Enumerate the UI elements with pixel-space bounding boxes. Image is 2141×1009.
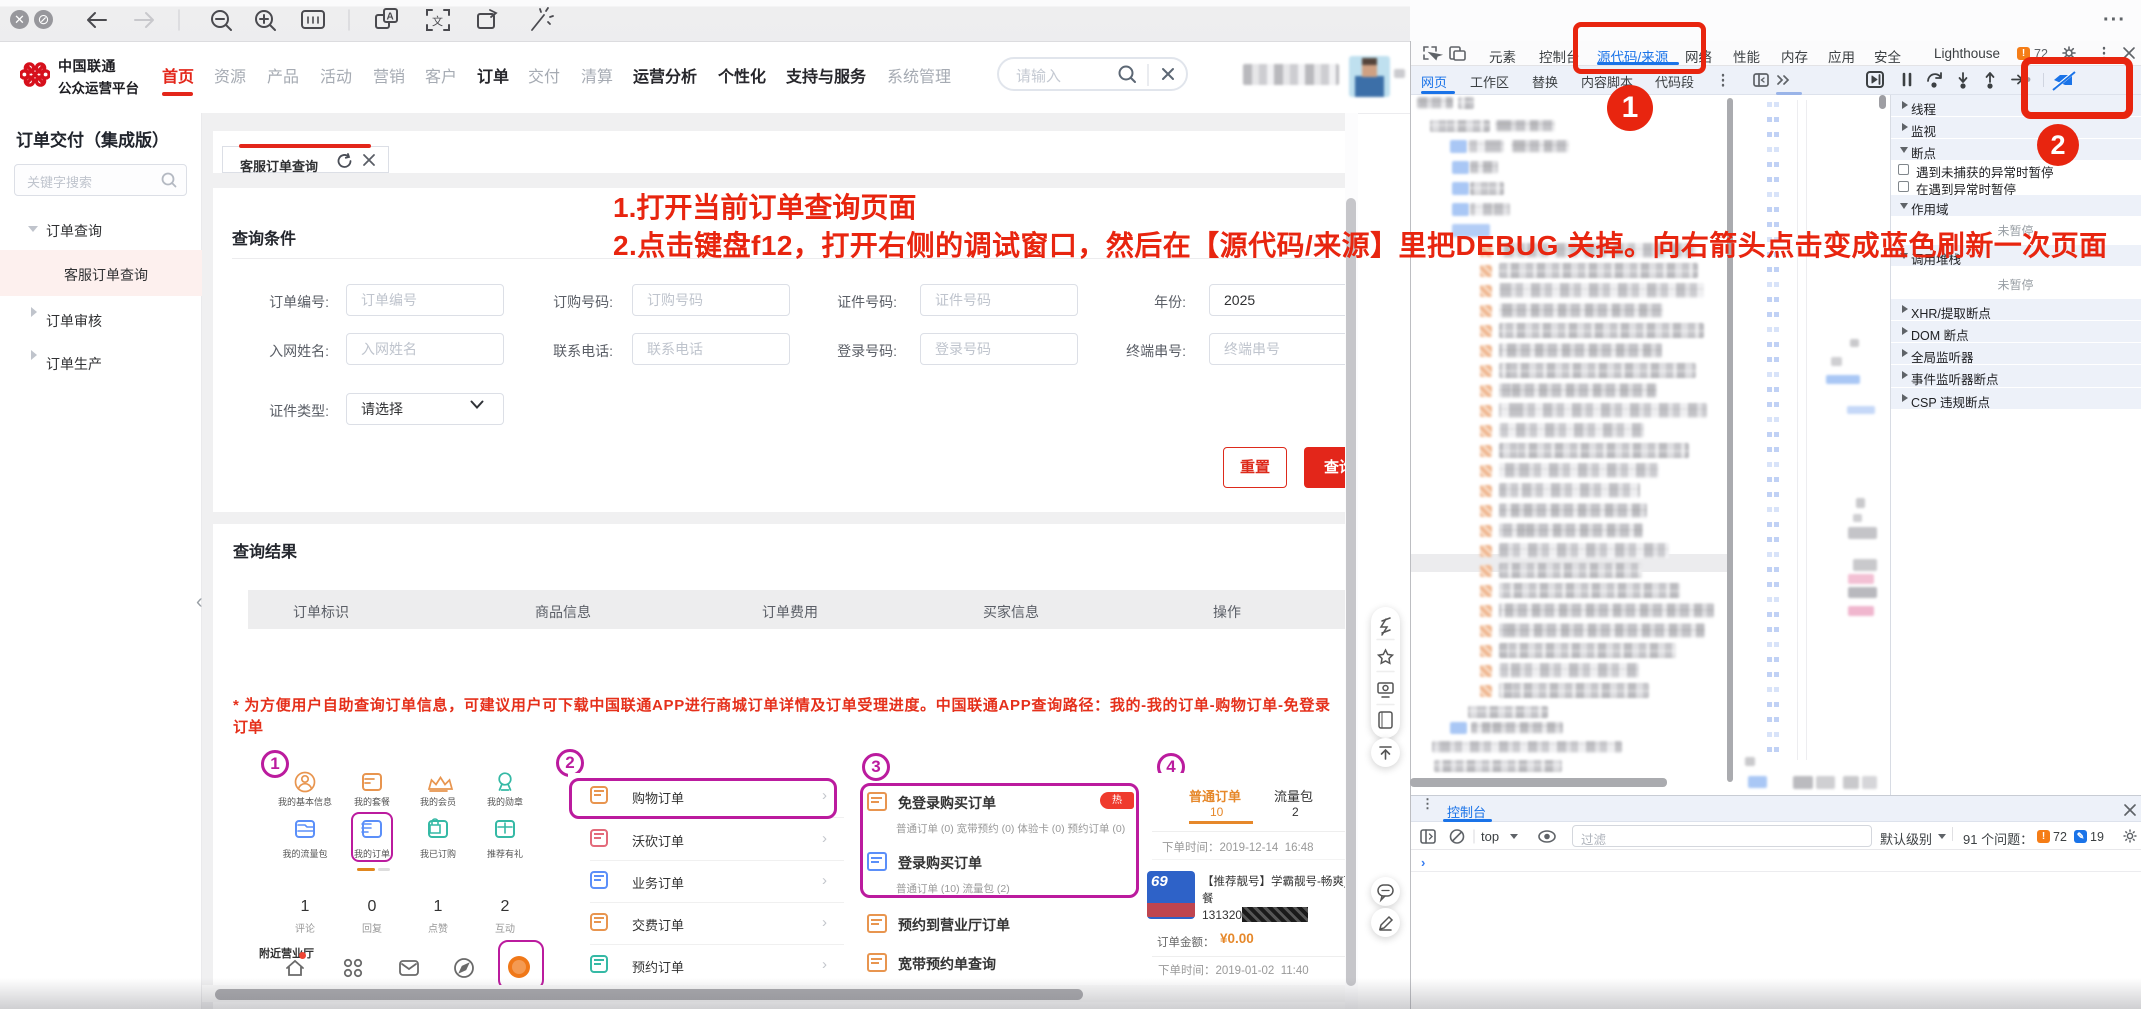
svg-text:文: 文 [432,14,443,28]
svg-text:A: A [387,12,394,23]
